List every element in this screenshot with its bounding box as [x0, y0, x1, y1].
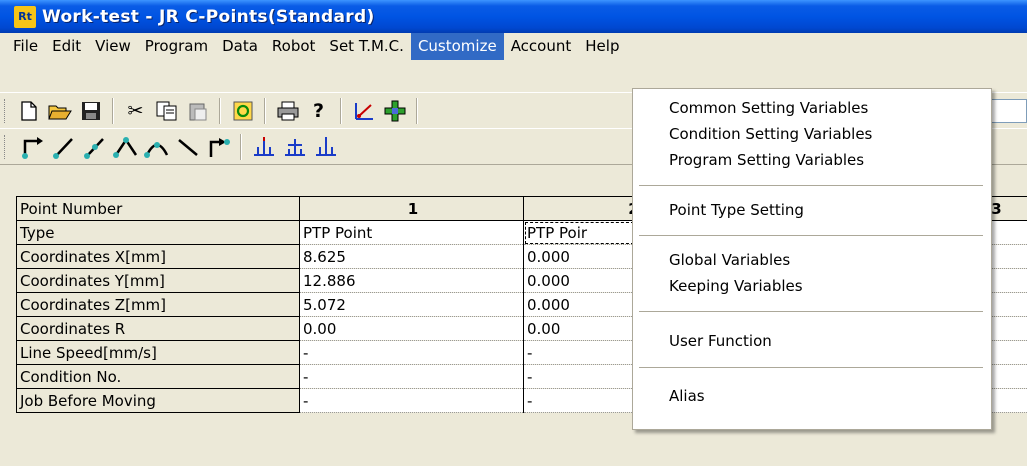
- column-header-1[interactable]: 1: [299, 196, 524, 221]
- line-point-icon[interactable]: [81, 133, 108, 160]
- table-cell[interactable]: 12.886: [299, 268, 524, 293]
- menu-program[interactable]: Program: [138, 33, 215, 60]
- menu-edit[interactable]: Edit: [45, 33, 88, 60]
- tool-b-icon[interactable]: [281, 133, 308, 160]
- ptp-end-icon[interactable]: [205, 133, 232, 160]
- menu-view[interactable]: View: [88, 33, 138, 60]
- title-bar: Rt Work-test - JR C-Points(Standard): [0, 0, 1027, 33]
- table-cell[interactable]: 8.625: [299, 244, 524, 269]
- move-cross-icon[interactable]: [381, 97, 408, 124]
- menu-item-condition-setting-variables[interactable]: Condition Setting Variables: [669, 125, 872, 143]
- menu-separator: [639, 367, 983, 368]
- menu-customize[interactable]: Customize: [410, 33, 504, 60]
- row-header: Line Speed[mm/s]: [16, 340, 300, 365]
- row-header: Type: [16, 220, 300, 245]
- teach-arrow-icon[interactable]: [350, 97, 377, 124]
- toolbar-separator: [340, 97, 342, 124]
- tool-a-icon[interactable]: [250, 133, 277, 160]
- row-header: Coordinates R: [16, 316, 300, 341]
- row-header: Job Before Moving: [16, 388, 300, 413]
- customize-dropdown-menu: Common Setting Variables Condition Setti…: [632, 88, 992, 430]
- menu-item-point-type-setting[interactable]: Point Type Setting: [669, 201, 804, 219]
- toolbar-separator: [219, 97, 221, 124]
- table-cell[interactable]: 0.00: [299, 316, 524, 341]
- toolbar-separator: [240, 133, 242, 160]
- row-header: Coordinates Z[mm]: [16, 292, 300, 317]
- refresh-icon[interactable]: [229, 97, 256, 124]
- menu-item-keeping-variables[interactable]: Keeping Variables: [669, 277, 803, 295]
- row-header: Coordinates Y[mm]: [16, 268, 300, 293]
- print-icon[interactable]: [274, 97, 301, 124]
- table-cell[interactable]: -: [299, 340, 524, 365]
- table-cell[interactable]: PTP Point: [299, 220, 524, 245]
- menu-separator: [639, 235, 983, 236]
- copy-icon[interactable]: [153, 97, 180, 124]
- arc-up-icon[interactable]: [112, 133, 139, 160]
- menu-item-alias[interactable]: Alias: [669, 387, 705, 405]
- toolbar-combo-box[interactable]: [988, 99, 1027, 123]
- corner-header: Point Number: [16, 196, 300, 221]
- menu-item-program-setting-variables[interactable]: Program Setting Variables: [669, 151, 864, 169]
- menu-file[interactable]: File: [6, 33, 45, 60]
- open-folder-icon[interactable]: [46, 97, 73, 124]
- menu-item-global-variables[interactable]: Global Variables: [669, 251, 790, 269]
- new-file-icon[interactable]: [15, 97, 42, 124]
- table-cell[interactable]: -: [299, 364, 524, 389]
- menu-item-user-function[interactable]: User Function: [669, 332, 772, 350]
- menu-set-tmc[interactable]: Set T.M.C.: [322, 33, 411, 60]
- tool-c-icon[interactable]: [312, 133, 339, 160]
- menu-account[interactable]: Account: [504, 33, 579, 60]
- menu-bar: File Edit View Program Data Robot Set T.…: [0, 33, 1027, 60]
- menu-data[interactable]: Data: [215, 33, 265, 60]
- line-down-icon[interactable]: [174, 133, 201, 160]
- toolbar-separator: [112, 97, 114, 124]
- toolbar-separator: [264, 97, 266, 124]
- menu-separator: [639, 311, 983, 312]
- app-icon[interactable]: Rt: [14, 5, 36, 28]
- toolbar-separator: [416, 97, 418, 124]
- row-header: Condition No.: [16, 364, 300, 389]
- menu-item-common-setting-variables[interactable]: Common Setting Variables: [669, 99, 868, 117]
- ptp-arrow-icon[interactable]: [19, 133, 46, 160]
- line-icon[interactable]: [50, 133, 77, 160]
- save-icon[interactable]: [77, 97, 104, 124]
- menu-robot[interactable]: Robot: [265, 33, 323, 60]
- arc-icon[interactable]: [143, 133, 170, 160]
- toolbar-grip[interactable]: [4, 134, 8, 159]
- table-cell[interactable]: -: [299, 388, 524, 413]
- window-title: Work-test - JR C-Points(Standard): [42, 6, 375, 27]
- menu-help[interactable]: Help: [578, 33, 626, 60]
- help-icon[interactable]: ?: [305, 97, 332, 124]
- grid-left-strip: [0, 196, 16, 466]
- row-header: Coordinates X[mm]: [16, 244, 300, 269]
- table-cell[interactable]: 5.072: [299, 292, 524, 317]
- toolbar-grip[interactable]: [4, 98, 8, 123]
- menu-separator: [639, 185, 983, 186]
- paste-icon[interactable]: [184, 97, 211, 124]
- cut-icon[interactable]: ✂: [122, 97, 149, 124]
